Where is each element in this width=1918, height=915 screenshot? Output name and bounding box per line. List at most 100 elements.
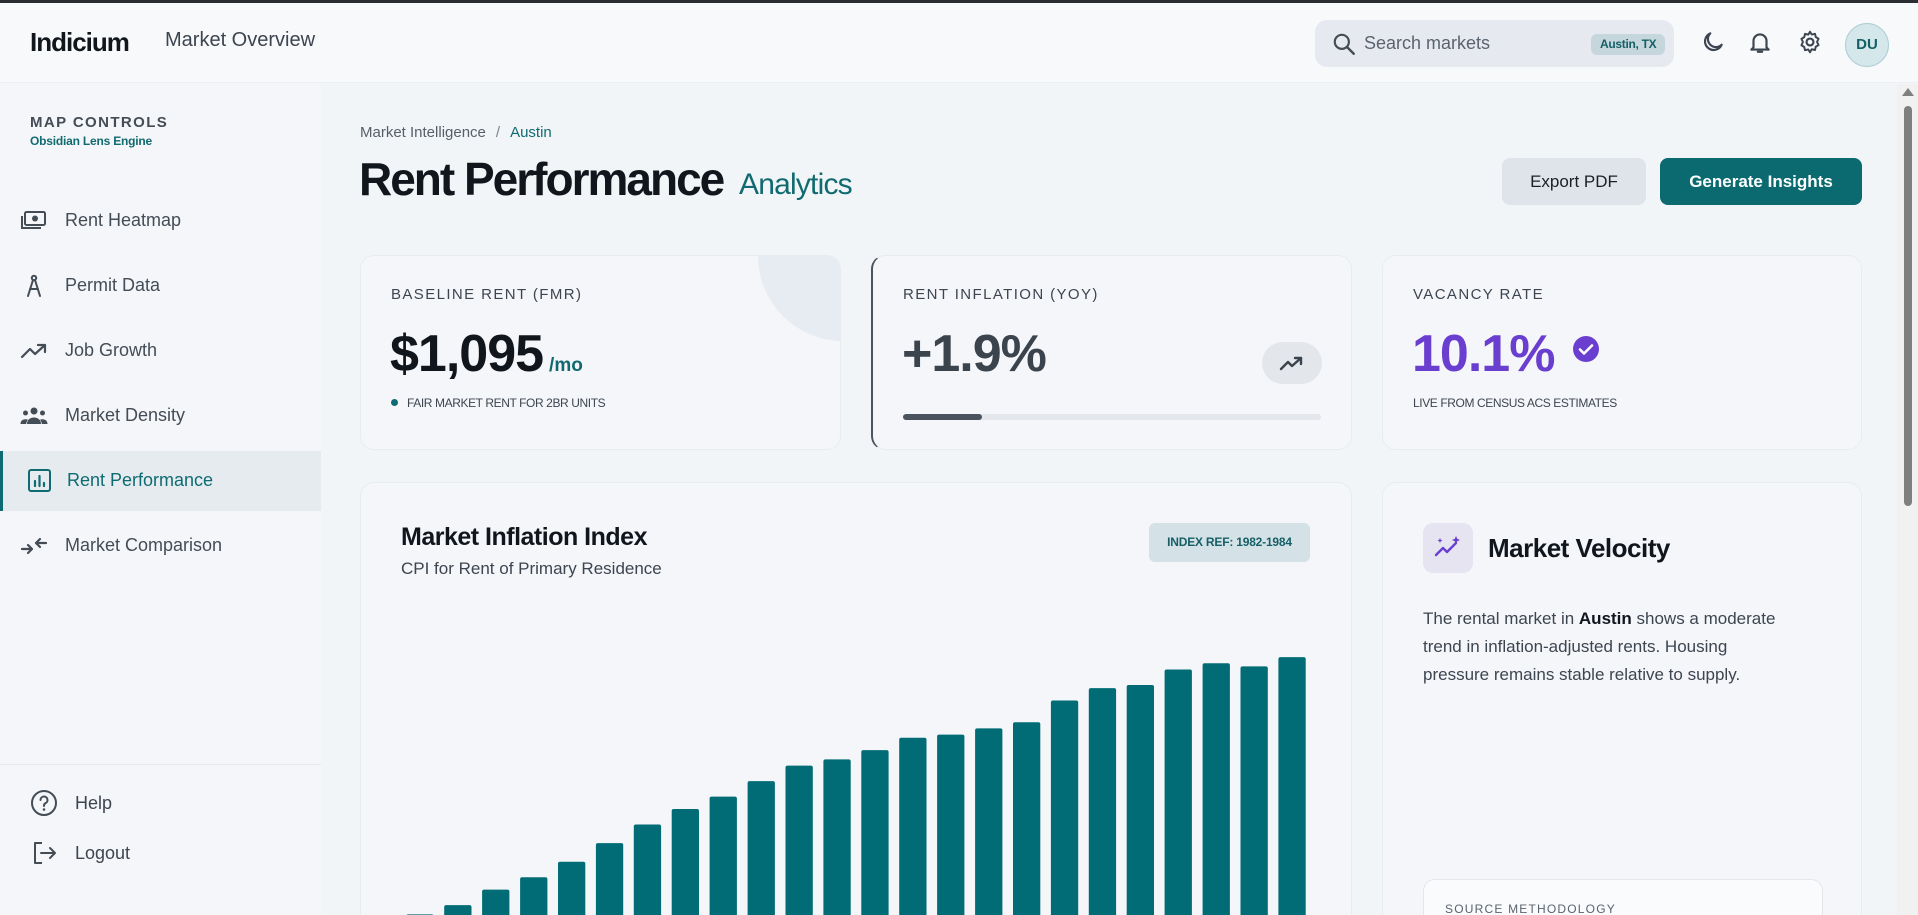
kpi-value: 10.1% <box>1412 324 1600 384</box>
sidebar-logout-label: Logout <box>75 843 131 863</box>
location-badge[interactable]: Austin, TX <box>1591 34 1666 55</box>
sidebar-item-rent-performance[interactable]: Rent Performance <box>0 451 321 511</box>
page-title: Rent Performance <box>359 153 725 205</box>
scrollbar[interactable] <box>1897 84 1918 915</box>
compare-arrows-icon <box>20 537 48 555</box>
search-input[interactable] <box>1364 28 1584 59</box>
kpi-note: LIVE FROM CENSUS ACS ESTIMATES <box>1413 396 1617 410</box>
sidebar-help[interactable]: Help <box>0 780 321 824</box>
scroll-thumb[interactable] <box>1904 106 1912 506</box>
app-logo[interactable]: Indicium <box>30 27 130 58</box>
chart-bar-11[interactable] <box>785 765 813 915</box>
breadcrumb: Market Intelligence / Austin <box>360 124 552 141</box>
group-icon <box>20 407 48 424</box>
chart-bar-15[interactable] <box>937 734 965 915</box>
sidebar-title: MAP CONTROLS <box>30 114 169 131</box>
chart-bar-24[interactable] <box>1278 657 1306 915</box>
chart-card-market-inflation: Market Inflation Index CPI for Rent of P… <box>360 482 1352 915</box>
sidebar-help-label: Help <box>75 793 113 813</box>
sidebar-subtitle: Obsidian Lens Engine <box>30 134 153 148</box>
chart-bar-16[interactable] <box>975 728 1003 915</box>
sidebar-logout[interactable]: Logout <box>0 830 321 874</box>
breadcrumb-parent[interactable]: Market Intelligence <box>360 124 486 141</box>
velocity-icon-tile <box>1423 523 1473 573</box>
generate-insights-button[interactable]: Generate Insights <box>1660 158 1862 205</box>
sidebar-item-market-density[interactable]: Market Density <box>0 386 321 446</box>
nav-market-overview[interactable]: Market Overview <box>165 29 315 52</box>
chart-bar-12[interactable] <box>823 759 851 915</box>
bell-icon[interactable] <box>1747 29 1773 55</box>
scroll-up-arrow[interactable] <box>1902 88 1914 96</box>
verified-check-icon <box>1572 336 1599 362</box>
chart-bar-20[interactable] <box>1126 685 1154 915</box>
chart-bar-8[interactable] <box>671 809 699 915</box>
user-avatar[interactable]: DU <box>1845 23 1889 67</box>
sidebar-item-label: Rent Performance <box>67 470 214 490</box>
chart-bar-5[interactable] <box>558 861 586 915</box>
trend-chip <box>1262 342 1322 384</box>
compass-icon <box>27 274 41 297</box>
top-header: Indicium Market Overview Austin, TX DU <box>0 3 1918 83</box>
decorative-circle <box>758 256 840 341</box>
kpi-value: $1,095/mo <box>390 324 583 384</box>
velocity-text-city: Austin <box>1578 609 1632 628</box>
search-bar[interactable]: Austin, TX <box>1315 20 1674 67</box>
kpi-card-rent-inflation: RENT INFLATION (YOY) +1.9% <box>871 255 1352 450</box>
kpi-unit: /mo <box>549 355 583 376</box>
sidebar-item-label: Market Comparison <box>65 535 223 555</box>
trending-up-icon <box>20 343 47 359</box>
kpi-value-number: $1,095 <box>390 325 544 383</box>
sidebar-item-market-comparison[interactable]: Market Comparison <box>0 516 321 576</box>
bar-chart-icon <box>28 469 51 492</box>
moon-icon[interactable] <box>1700 29 1726 55</box>
help-icon <box>31 790 57 816</box>
kpi-label: RENT INFLATION (YOY) <box>903 286 1099 303</box>
sidebar: MAP CONTROLS Obsidian Lens Engine Rent H… <box>0 84 321 915</box>
sidebar-footer: Help Logout <box>0 764 321 915</box>
sidebar-item-job-growth[interactable]: Job Growth <box>0 321 321 381</box>
kpi-note-text: FAIR MARKET RENT FOR 2BR UNITS <box>407 396 606 410</box>
page-title-sub: Analytics <box>739 168 853 201</box>
sidebar-item-label: Job Growth <box>65 340 158 360</box>
chart-bar-13[interactable] <box>861 750 889 915</box>
main-content: Market Intelligence / Austin Rent Performa… <box>321 84 1897 915</box>
breadcrumb-separator: / <box>495 124 501 141</box>
logout-icon <box>34 842 56 864</box>
sidebar-item-rent-heatmap[interactable]: Rent Heatmap <box>0 191 321 251</box>
market-velocity-card: Market Velocity The rental market in Aus… <box>1382 482 1862 915</box>
gear-icon[interactable] <box>1797 29 1823 55</box>
chart-bar-2[interactable] <box>444 905 472 915</box>
chart-bar-9[interactable] <box>709 796 737 915</box>
chart-bar-4[interactable] <box>520 877 548 915</box>
kpi-label: VACANCY RATE <box>1413 286 1544 303</box>
breadcrumb-current[interactable]: Austin <box>510 124 552 141</box>
chart-bar-19[interactable] <box>1088 688 1117 915</box>
chart-bar-14[interactable] <box>899 737 927 915</box>
chart-bar-17[interactable] <box>1013 722 1041 915</box>
velocity-title: Market Velocity <box>1488 533 1670 563</box>
status-dot <box>391 399 398 406</box>
chart-bar-22[interactable] <box>1202 663 1230 915</box>
sparkle-trend-icon <box>1434 536 1460 557</box>
source-methodology-label: SOURCE METHODOLOGY <box>1445 902 1616 915</box>
sidebar-item-label: Permit Data <box>65 275 161 295</box>
kpi-value-number: 10.1% <box>1412 325 1555 383</box>
chart-bar-6[interactable] <box>595 843 624 915</box>
bar-chart <box>406 657 1306 915</box>
source-methodology-box[interactable]: SOURCE METHODOLOGY <box>1423 879 1823 915</box>
chart-bar-7[interactable] <box>633 824 662 915</box>
export-pdf-button[interactable]: Export PDF <box>1502 158 1646 205</box>
kpi-value: +1.9% <box>902 325 1047 383</box>
chart-bar-23[interactable] <box>1240 666 1268 915</box>
chart-bar-18[interactable] <box>1050 700 1079 915</box>
velocity-text: The rental market in Austin shows a mode… <box>1423 605 1783 689</box>
trending-up-icon <box>1279 356 1303 371</box>
search-icon <box>1333 33 1355 55</box>
velocity-text-pre: The rental market in <box>1423 609 1579 628</box>
sidebar-item-label: Market Density <box>65 405 186 425</box>
chart-bar-10[interactable] <box>747 781 775 915</box>
chart-bar-3[interactable] <box>482 889 510 915</box>
inflation-progress-fill <box>903 414 983 420</box>
chart-bar-21[interactable] <box>1164 669 1192 915</box>
sidebar-item-permit-data[interactable]: Permit Data <box>0 256 321 316</box>
